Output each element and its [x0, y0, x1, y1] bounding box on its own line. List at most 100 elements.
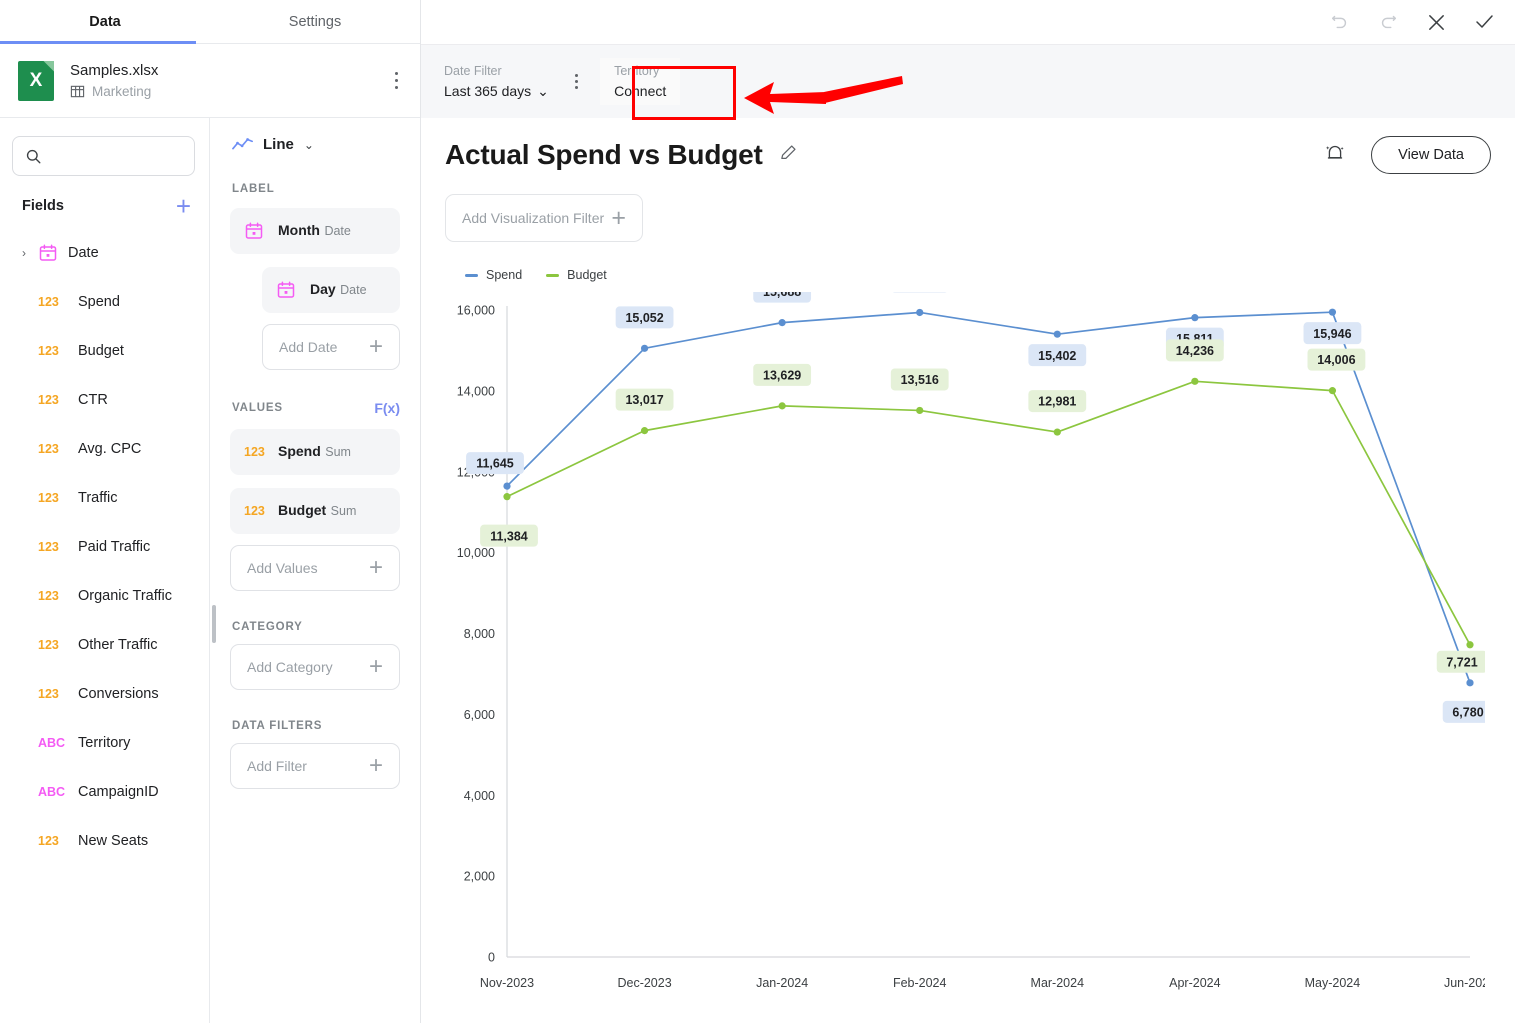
data-label: 15,946: [1303, 322, 1362, 345]
file-kebab-menu-icon[interactable]: [389, 66, 404, 95]
field-row-territory[interactable]: › ABC Territory: [0, 718, 209, 767]
y-axis-tick-label: 14,000: [457, 384, 495, 398]
config-scrollbar[interactable]: [212, 605, 216, 643]
x-axis-tick-label: Dec-2023: [617, 976, 671, 990]
value-chip-spend[interactable]: 123 Spend Sum: [230, 429, 400, 475]
label-chip-name: Month: [278, 222, 320, 238]
field-label: Traffic: [78, 489, 118, 506]
redo-icon[interactable]: [1375, 9, 1401, 35]
chart-legend: Spend Budget: [465, 268, 1491, 282]
data-point[interactable]: [503, 482, 511, 490]
tab-settings[interactable]: Settings: [210, 0, 420, 43]
legend-item-budget[interactable]: Budget: [546, 268, 607, 282]
undo-icon[interactable]: [1327, 9, 1353, 35]
legend-label: Budget: [567, 268, 607, 282]
formula-button[interactable]: F(x): [374, 400, 400, 416]
data-label: 15,052: [615, 306, 674, 329]
field-row-date[interactable]: › Date: [0, 228, 209, 277]
filter-bar: Date Filter Last 365 days ⌄ Territory Co…: [421, 44, 1515, 118]
plus-icon: +: [611, 204, 626, 232]
field-label: Budget: [78, 342, 124, 359]
pencil-icon[interactable]: [779, 143, 798, 167]
data-label: 13,017: [615, 388, 674, 411]
data-point[interactable]: [503, 493, 511, 501]
add-values-label: Add Values: [247, 560, 318, 576]
value-chip-text: Spend Sum: [278, 443, 351, 461]
view-data-button[interactable]: View Data: [1371, 136, 1491, 174]
data-point[interactable]: [1053, 330, 1061, 338]
svg-text:14,236: 14,236: [1176, 344, 1214, 358]
panel-tabs: Data Settings: [0, 0, 420, 44]
plus-icon: +: [368, 554, 383, 581]
label-chip-day[interactable]: Day Date: [262, 267, 400, 313]
label-chip-sub: Date: [324, 224, 351, 238]
add-values-button[interactable]: Add Values +: [230, 545, 400, 591]
search-box[interactable]: [12, 136, 227, 176]
field-row-avg-cpc[interactable]: › 123 Avg. CPC: [0, 424, 209, 473]
chart-type-selector[interactable]: Line ⌄: [230, 136, 400, 153]
data-point[interactable]: [916, 406, 924, 415]
close-icon[interactable]: [1423, 9, 1449, 35]
legend-item-spend[interactable]: Spend: [465, 268, 522, 282]
data-point[interactable]: [778, 319, 786, 327]
data-point[interactable]: [916, 308, 924, 317]
data-point[interactable]: [1466, 641, 1474, 649]
field-label: CTR: [78, 391, 108, 408]
data-label: 13,629: [753, 363, 812, 386]
value-chip-budget[interactable]: 123 Budget Sum: [230, 488, 400, 534]
number-type-icon: 123: [38, 833, 59, 848]
tab-data[interactable]: Data: [0, 0, 210, 43]
search-input[interactable]: [50, 148, 227, 164]
check-icon[interactable]: [1471, 9, 1497, 35]
field-row-other-traffic[interactable]: › 123 Other Traffic: [0, 620, 209, 669]
filter-bar-kebab-menu-icon[interactable]: [574, 73, 579, 90]
data-point[interactable]: [640, 344, 649, 352]
number-type-icon: 123: [38, 588, 59, 603]
add-date-button[interactable]: Add Date +: [262, 324, 400, 370]
number-type-icon: 123: [244, 504, 265, 518]
file-sheet-name: Marketing: [92, 84, 152, 99]
ai-insights-icon[interactable]: [1321, 139, 1349, 172]
add-category-button[interactable]: Add Category +: [230, 644, 400, 690]
data-label: 7,721: [1436, 650, 1485, 673]
plus-icon: +: [368, 333, 383, 360]
add-visualization-filter-button[interactable]: Add Visualization Filter +: [445, 194, 643, 242]
data-source-row[interactable]: X Samples.xlsx Marketing: [0, 44, 420, 118]
value-chip-name: Spend: [278, 443, 321, 459]
data-point[interactable]: [1466, 679, 1474, 687]
values-section-header: VALUES F(x): [230, 400, 400, 416]
chart-type-label: Line: [263, 136, 294, 153]
field-row-organic-traffic[interactable]: › 123 Organic Traffic: [0, 571, 209, 620]
data-point[interactable]: [1191, 314, 1199, 322]
calendar-icon: [276, 280, 302, 300]
add-filter-button[interactable]: Add Filter +: [230, 743, 400, 789]
territory-chip[interactable]: Territory Connect: [600, 57, 681, 106]
field-row-traffic[interactable]: › 123 Traffic: [0, 473, 209, 522]
field-row-campaignid[interactable]: › ABC CampaignID: [0, 767, 209, 816]
y-axis-tick-label: 6,000: [464, 708, 495, 722]
label-chip-month[interactable]: Month Date: [230, 208, 400, 254]
field-row-new-seats[interactable]: › 123 New Seats: [0, 816, 209, 865]
add-field-plus-icon[interactable]: +: [176, 193, 191, 219]
svg-text:15,946: 15,946: [1313, 327, 1351, 341]
tab-settings-label: Settings: [288, 13, 342, 30]
field-row-paid-traffic[interactable]: › 123 Paid Traffic: [0, 522, 209, 571]
date-filter[interactable]: Date Filter Last 365 days ⌄: [444, 62, 549, 102]
legend-swatch: [465, 273, 478, 277]
field-row-ctr[interactable]: › 123 CTR: [0, 375, 209, 424]
data-point[interactable]: [1328, 308, 1337, 316]
data-point[interactable]: [1053, 428, 1061, 436]
file-name: Samples.xlsx: [70, 62, 159, 79]
field-label: Paid Traffic: [78, 538, 151, 555]
field-row-spend[interactable]: › 123 Spend: [0, 277, 209, 326]
chevron-right-icon[interactable]: ›: [22, 247, 34, 259]
data-point[interactable]: [640, 427, 649, 435]
svg-text:14,006: 14,006: [1317, 353, 1355, 367]
data-point[interactable]: [1191, 377, 1199, 385]
data-point[interactable]: [1328, 387, 1337, 395]
svg-text:13,516: 13,516: [901, 373, 939, 387]
field-row-budget[interactable]: › 123 Budget: [0, 326, 209, 375]
field-row-conversions[interactable]: › 123 Conversions: [0, 669, 209, 718]
chart-canvas: Actual Spend vs Budget View Data Add Vis…: [421, 118, 1515, 1023]
data-point[interactable]: [778, 402, 786, 410]
